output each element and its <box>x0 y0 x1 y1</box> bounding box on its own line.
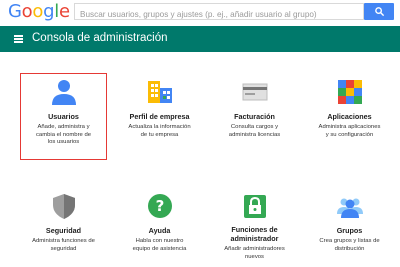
tile-perfil-de-empresa[interactable]: Perfil de empresa Actualiza la informaci… <box>112 78 207 139</box>
desc-line: Administra funciones de <box>32 238 95 244</box>
tile-title: Ayuda <box>148 226 171 235</box>
help-icon: ? <box>146 192 174 220</box>
desc-line: cambia el nombre de <box>35 131 91 138</box>
search-icon <box>374 7 384 17</box>
tile-title: Facturación <box>234 112 275 121</box>
tile-ayuda[interactable]: ? Ayuda Habla con nuestro equipo de asis… <box>112 192 207 253</box>
logo-letter-g2: g <box>43 1 55 22</box>
tile-usuarios[interactable]: Usuarios Añade, administra y cambia el n… <box>16 78 111 147</box>
desc-line: seguridad <box>50 245 77 252</box>
search-box <box>74 3 364 22</box>
desc-line: los usuarios <box>47 139 80 146</box>
desc-line: y su configuración <box>325 131 374 138</box>
tile-description: Añade, administra y cambia el nombre de … <box>16 124 111 147</box>
tile-description: Administra aplicaciones y su configuraci… <box>302 124 397 139</box>
admin-tiles-grid: Usuarios Añade, administra y cambia el n… <box>0 52 400 267</box>
desc-line: nuevos <box>245 253 264 260</box>
tile-title: Grupos <box>336 226 363 235</box>
menu-icon[interactable] <box>14 35 23 43</box>
lock-icon <box>241 192 269 220</box>
tile-facturacion[interactable]: Facturación Consulta cargos y administra… <box>207 78 302 139</box>
tile-title: Funciones de administrador <box>207 225 302 243</box>
search-button[interactable] <box>364 3 394 20</box>
tile-description: Consulta cargos y administra licencias <box>207 124 302 139</box>
tile-description: Actualiza la información de tu empresa <box>112 124 207 139</box>
desc-line: Consulta cargos y <box>230 124 279 130</box>
logo-letter-o2: o <box>32 1 44 22</box>
groups-icon <box>336 192 364 220</box>
tile-title-text: Funciones de administrador <box>230 225 279 243</box>
tile-seguridad[interactable]: Seguridad Administra funciones de seguri… <box>16 192 111 253</box>
desc-line: Administra aplicaciones <box>318 124 381 130</box>
person-icon <box>50 78 78 106</box>
desc-line: equipo de asistencia <box>132 245 187 252</box>
tile-description: Añadir administradores nuevos <box>207 246 302 261</box>
top-bar: Google <box>0 0 400 26</box>
desc-line: Añade, administra y <box>37 124 90 130</box>
desc-line: Actualiza la información <box>128 124 191 130</box>
logo-letter-g: G <box>8 1 22 22</box>
logo-letter-e: e <box>58 1 70 22</box>
apps-grid-icon <box>336 78 364 106</box>
credit-card-icon <box>241 78 269 106</box>
search-input[interactable] <box>75 7 363 22</box>
tile-description: Habla con nuestro equipo de asistencia <box>112 238 207 253</box>
desc-line: de tu empresa <box>140 131 179 138</box>
tile-funciones-de-administrador[interactable]: Funciones de administrador Añadir admini… <box>207 192 302 261</box>
svg-text:?: ? <box>155 197 164 215</box>
tile-title: Usuarios <box>48 112 79 121</box>
tile-grupos[interactable]: Grupos Crea grupos y listas de distribuc… <box>302 192 397 253</box>
desc-line: distribución <box>334 245 365 252</box>
tile-description: Administra funciones de seguridad <box>16 238 111 253</box>
logo-letter-o1: o <box>21 1 33 22</box>
desc-line: Crea grupos y listas de <box>319 238 380 244</box>
app-header: Consola de administración <box>0 26 400 52</box>
tile-aplicaciones[interactable]: Aplicaciones Administra aplicaciones y s… <box>302 78 397 139</box>
tile-title: Aplicaciones <box>327 112 372 121</box>
tile-title: Seguridad <box>45 226 82 235</box>
building-icon <box>146 78 174 106</box>
desc-line: administra licencias <box>228 131 281 138</box>
page-title: Consola de administración <box>32 32 168 44</box>
tile-description: Crea grupos y listas de distribución <box>302 238 397 253</box>
google-logo[interactable]: Google <box>8 1 70 22</box>
desc-line: Habla con nuestro <box>135 238 184 244</box>
shield-icon <box>50 192 78 220</box>
desc-line: Añadir administradores <box>224 246 285 252</box>
tile-title: Perfil de empresa <box>129 112 190 121</box>
